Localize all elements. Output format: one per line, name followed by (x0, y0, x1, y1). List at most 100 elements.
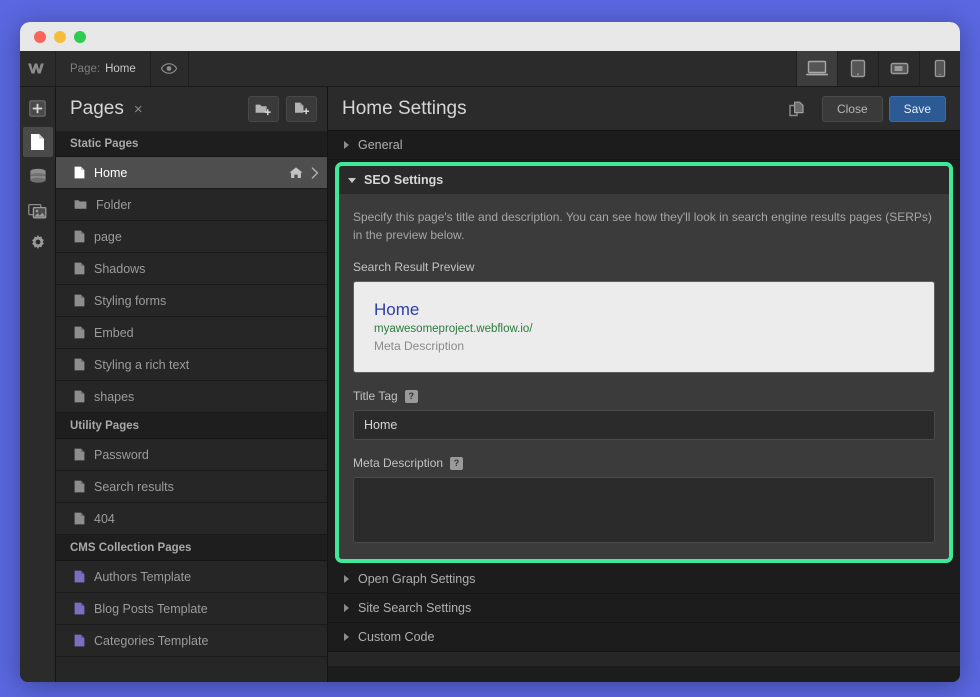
close-button[interactable]: Close (821, 95, 883, 122)
page-row-partial[interactable] (56, 657, 327, 682)
page-row-label: Password (94, 447, 149, 462)
page-row-categories-template[interactable]: Categories Template (56, 625, 327, 657)
duplicate-icon (789, 101, 805, 117)
pages-panel-header: Pages × (56, 87, 327, 131)
serp-meta-description: Meta Description (374, 339, 465, 353)
page-row-home[interactable]: Home (56, 157, 327, 189)
pages-group-header: CMS Collection Pages (56, 535, 327, 561)
section-seo-settings-highlight: SEO Settings Specify this page's title a… (335, 162, 953, 563)
settings-footer-spacer (328, 652, 960, 666)
add-page-button[interactable] (286, 96, 317, 122)
breadcrumb-value: Home (105, 62, 136, 75)
rail-item-add-elements[interactable] (23, 93, 53, 123)
title-tag-input[interactable]: Home (353, 410, 935, 440)
page-row-page[interactable]: page (56, 221, 327, 253)
page-title: Home Settings (342, 97, 467, 119)
section-general[interactable]: General (328, 131, 960, 160)
chevron-right-icon[interactable] (311, 166, 319, 179)
rail-item-assets[interactable] (23, 195, 53, 225)
serp-title: Home (374, 300, 420, 319)
page-icon (74, 512, 85, 525)
cms-page-icon (74, 602, 85, 615)
pages-group-header: Utility Pages (56, 413, 327, 439)
section-label: Custom Code (358, 630, 435, 644)
close-icon[interactable]: × (134, 102, 143, 117)
page-row-label: shapes (94, 389, 135, 404)
page-icon (74, 230, 85, 243)
save-button[interactable]: Save (888, 95, 946, 122)
device-desktop-button[interactable] (796, 51, 837, 86)
section-label: Open Graph Settings (358, 572, 476, 586)
page-row-authors-template[interactable]: Authors Template (56, 561, 327, 593)
section-custom-code[interactable]: Custom Code (328, 623, 960, 652)
page-row-password[interactable]: Password (56, 439, 327, 471)
section-site-search-settings[interactable]: Site Search Settings (328, 594, 960, 623)
rail-item-pages[interactable] (22, 127, 53, 157)
desktop-icon (805, 60, 829, 77)
page-row-label: Styling forms (94, 293, 167, 308)
section-label: Site Search Settings (358, 601, 472, 615)
mobile-icon (934, 59, 946, 78)
window-maximize-button[interactable] (74, 30, 86, 43)
serp-url: myawesomeproject.webflow.io/ (374, 323, 533, 335)
section-seo-settings-header[interactable]: SEO Settings (339, 166, 949, 194)
device-tablet-portrait-button[interactable] (837, 51, 878, 86)
cms-page-icon (74, 634, 85, 647)
meta-description-label-text: Meta Description (353, 456, 444, 470)
page-row-shapes[interactable]: shapes (56, 381, 327, 413)
pages-list[interactable]: Static Pages Home Folder page Shadows St… (56, 131, 327, 682)
page-row-embed[interactable]: Embed (56, 317, 327, 349)
left-icon-rail (20, 87, 56, 682)
search-result-preview-label: Search Result Preview (353, 260, 935, 274)
top-bar: Page: Home (20, 51, 960, 87)
page-row-styling-a-rich-text[interactable]: Styling a rich text (56, 349, 327, 381)
device-mobile-button[interactable] (919, 51, 960, 86)
page-row-search-results[interactable]: Search results (56, 471, 327, 503)
meta-description-textarea[interactable] (353, 477, 935, 543)
page-settings-header: Home Settings Close Save (328, 87, 960, 131)
app-body: Pages × Static Pages Home Folder page Sh… (20, 87, 960, 682)
page-row-label: Embed (94, 325, 134, 340)
window-close-button[interactable] (34, 30, 46, 43)
add-folder-button[interactable] (248, 96, 279, 122)
window-minimize-button[interactable] (54, 30, 66, 43)
preview-toggle-button[interactable] (151, 51, 189, 86)
page-row-styling-forms[interactable]: Styling forms (56, 285, 327, 317)
title-tag-label: Title Tag ? (353, 389, 935, 403)
page-row-404[interactable]: 404 (56, 503, 327, 535)
webflow-logo-icon[interactable] (20, 51, 56, 86)
page-row-folder[interactable]: Folder (56, 189, 327, 221)
page-icon (74, 166, 85, 179)
tablet-portrait-icon (850, 59, 866, 78)
breadcrumb-label: Page: (70, 62, 101, 75)
page-row-shadows[interactable]: Shadows (56, 253, 327, 285)
page-row-label: Authors Template (94, 569, 192, 584)
page-settings-panel: Home Settings Close Save General SEO Set… (328, 87, 960, 682)
device-tablet-landscape-button[interactable] (878, 51, 919, 86)
breadcrumb: Page: Home (56, 51, 151, 86)
images-icon (28, 202, 47, 219)
rail-item-settings[interactable] (23, 229, 53, 259)
chevron-right-icon (344, 633, 349, 641)
home-icon[interactable] (289, 166, 303, 179)
duplicate-page-button[interactable] (784, 96, 810, 122)
meta-description-label: Meta Description ? (353, 456, 935, 470)
page-row-label: Blog Posts Template (94, 601, 208, 616)
section-seo-settings-body: Specify this page's title and descriptio… (339, 194, 949, 559)
preview-label-text: Search Result Preview (353, 260, 475, 274)
tablet-landscape-icon (890, 62, 909, 75)
section-open-graph-settings[interactable]: Open Graph Settings (328, 565, 960, 594)
rail-item-cms[interactable] (23, 161, 53, 191)
title-tag-label-text: Title Tag (353, 389, 398, 403)
device-breakpoint-switcher (796, 51, 960, 86)
page-row-label: Categories Template (94, 633, 209, 648)
page-row-blog-posts-template[interactable]: Blog Posts Template (56, 593, 327, 625)
help-icon[interactable]: ? (404, 389, 418, 403)
page-icon (74, 294, 85, 307)
section-label: SEO Settings (364, 173, 444, 187)
pages-panel-title: Pages (70, 98, 124, 119)
seo-description-text: Specify this page's title and descriptio… (353, 210, 932, 242)
search-result-preview-card: Home myawesomeproject.webflow.io/ Meta D… (353, 281, 935, 373)
help-icon[interactable]: ? (450, 456, 464, 470)
